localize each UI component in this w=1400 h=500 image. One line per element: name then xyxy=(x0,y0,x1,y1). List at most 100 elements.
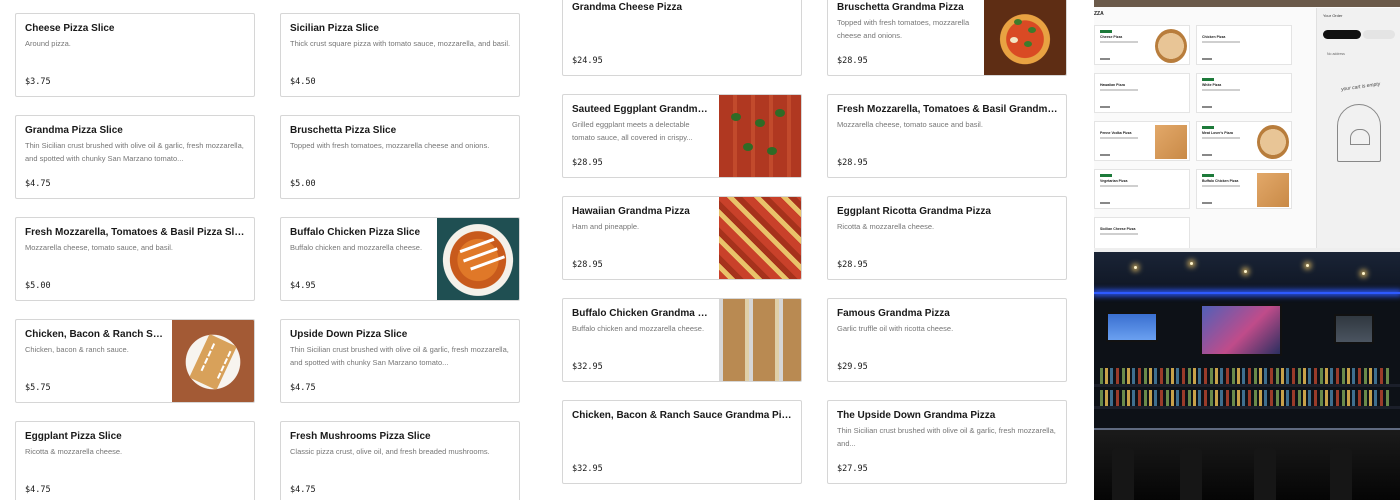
website-menu-card: Meat Lover's Pizza xyxy=(1196,121,1292,161)
website-menu-card-desc xyxy=(1100,137,1138,139)
bar-stool xyxy=(1180,448,1202,500)
menu-item-card[interactable]: Fresh Mushrooms Pizza Slice Classic pizza… xyxy=(280,421,520,500)
menu-item-card[interactable]: Eggplant Ricotta Grandma Pizza Ricotta & … xyxy=(827,196,1067,280)
menu-item-card[interactable]: Buffalo Chicken Pizza Slice Buffalo chick… xyxy=(280,217,520,301)
menu-item-text: Cheese Pizza Slice Around pizza. xyxy=(25,22,246,90)
menu-item-price: $4.75 xyxy=(25,485,51,495)
menu-item-price: $24.95 xyxy=(572,56,603,66)
ceiling-light-icon xyxy=(1306,264,1309,267)
website-menu-card-name: Cheese Pizza xyxy=(1100,35,1123,39)
website-menu-card-price xyxy=(1202,202,1212,204)
best-seller-badge xyxy=(1202,126,1214,129)
ceiling-light-icon xyxy=(1362,272,1365,275)
menu-item-description: Garlic truffle oil with ricotta cheese. xyxy=(837,324,954,333)
website-menu-card-price xyxy=(1100,58,1110,60)
menu-item-card[interactable]: Bruschetta Grandma Pizza Topped with fres… xyxy=(827,0,1067,76)
menu-item-card[interactable]: Grandma Pizza Slice Thin Sicilian crust b… xyxy=(15,115,255,199)
ceiling-light-icon xyxy=(1244,270,1247,273)
ceiling xyxy=(1094,252,1400,292)
menu-item-text: Eggplant Ricotta Grandma Pizza Ricotta & … xyxy=(837,205,1058,273)
menu-item-card[interactable]: Fresh Mozzarella, Tomatoes & Basil Pizza… xyxy=(15,217,255,301)
website-menu-card-name: Vegetarian Pizza xyxy=(1100,179,1128,183)
menu-item-text: The Upside Down Grandma Pizza Thin Sicili… xyxy=(837,409,1058,477)
bar-stool xyxy=(1330,448,1352,500)
menu-item-card[interactable]: Fresh Mozzarella, Tomatoes & Basil Grand… xyxy=(827,94,1067,178)
menu-item-name: Eggplant Ricotta Grandma Pizza xyxy=(837,206,991,217)
menu-item-price: $28.95 xyxy=(837,158,868,168)
menu-item-card[interactable]: Famous Grandma Pizza Garlic truffle oil w… xyxy=(827,298,1067,382)
menu-item-price: $32.95 xyxy=(572,362,603,372)
menu-item-name: Chicken, Bacon & Ranch Sauce... xyxy=(25,329,166,340)
menu-item-card[interactable]: Grandma Cheese Pizza $24.95 xyxy=(562,0,802,76)
website-brand-label: ZZA xyxy=(1094,11,1104,17)
menu-item-name: Cheese Pizza Slice xyxy=(25,23,115,34)
menu-item-price: $5.75 xyxy=(25,383,51,393)
website-menu-card: Vegetarian Pizza xyxy=(1094,169,1190,209)
shelf xyxy=(1094,384,1400,387)
website-menu-card-photo xyxy=(1257,173,1289,207)
menu-item-card[interactable]: Sauteed Eggplant Grandma Pizza Grilled eg… xyxy=(562,94,802,178)
menu-item-name: Hawaiian Grandma Pizza xyxy=(572,206,690,217)
menu-item-name: Grandma Cheese Pizza xyxy=(572,2,683,13)
order-address: No address xyxy=(1327,52,1345,56)
menu-item-price: $28.95 xyxy=(572,260,603,270)
menu-item-text: Eggplant Pizza Slice Ricotta & mozzarella… xyxy=(25,430,246,498)
tv-screen-left xyxy=(1106,312,1158,342)
order-title: Your Order xyxy=(1323,13,1343,18)
website-menu-card-desc xyxy=(1100,233,1138,235)
menu-item-price: $4.75 xyxy=(25,179,51,189)
ceiling-light-icon xyxy=(1190,262,1193,265)
menu-item-price: $4.75 xyxy=(290,485,316,495)
menu-item-card[interactable]: Upside Down Pizza Slice Thin Sicilian cru… xyxy=(280,319,520,403)
website-menu-card-desc xyxy=(1202,137,1240,139)
website-menu-card-price xyxy=(1202,106,1212,108)
menu-item-card[interactable]: Buffalo Chicken Grandma Pizza Buffalo chi… xyxy=(562,298,802,382)
website-preview-image: ZZA Cheese Pizza Chicken Pizza Hawaiian Pi… xyxy=(1094,0,1400,248)
menu-item-card[interactable]: Sicilian Pizza Slice Thick crust square p… xyxy=(280,13,520,97)
shelf xyxy=(1094,406,1400,409)
website-menu-card-name: Meat Lover's Pizza xyxy=(1202,131,1233,135)
menu-item-card[interactable]: Chicken, Bacon & Ranch Sauce Grandma Piz… xyxy=(562,400,802,484)
website-header-strip xyxy=(1094,0,1400,7)
menu-item-text: Sicilian Pizza Slice Thick crust square p… xyxy=(290,22,511,90)
website-menu-card-desc xyxy=(1100,89,1138,91)
bar-stool xyxy=(1254,448,1276,500)
menu-item-text: Upside Down Pizza Slice Thin Sicilian cru… xyxy=(290,328,511,396)
menu-item-name: Sauteed Eggplant Grandma Pizza xyxy=(572,104,713,115)
menu-item-card[interactable]: Chicken, Bacon & Ranch Sauce... Chicken, … xyxy=(15,319,255,403)
website-menu-card-price xyxy=(1100,154,1110,156)
tv-screen-right xyxy=(1334,314,1374,344)
restaurant-media-panel: ZZA Cheese Pizza Chicken Pizza Hawaiian Pi… xyxy=(1094,0,1400,500)
menu-item-name: Bruschetta Grandma Pizza xyxy=(837,2,964,13)
menu-item-price: $32.95 xyxy=(572,464,603,474)
menu-item-photo xyxy=(719,299,801,381)
neon-strip xyxy=(1094,292,1400,294)
menu-item-text: Grandma Cheese Pizza xyxy=(572,1,793,69)
menu-item-card[interactable]: Hawaiian Grandma Pizza Ham and pineapple.… xyxy=(562,196,802,280)
website-menu-card: Buffalo Chicken Pizza xyxy=(1196,169,1292,209)
menu-item-price: $3.75 xyxy=(25,77,51,87)
website-menu-card-price xyxy=(1100,106,1110,108)
menu-item-text: Fresh Mozzarella, Tomatoes & Basil Grand… xyxy=(837,103,1058,171)
website-menu-card-name: Penne Vodka Pizza xyxy=(1100,131,1132,135)
best-seller-badge xyxy=(1202,174,1214,177)
menu-item-description: Thick crust square pizza with tomato sau… xyxy=(290,39,511,48)
menu-item-card[interactable]: Cheese Pizza Slice Around pizza. $3.75 xyxy=(15,13,255,97)
menu-item-card[interactable]: The Upside Down Grandma Pizza Thin Sicili… xyxy=(827,400,1067,484)
menu-item-description: Classic pizza crust, olive oil, and fres… xyxy=(290,447,490,456)
menu-item-name: Grandma Pizza Slice xyxy=(25,125,123,136)
menu-item-price: $5.00 xyxy=(25,281,51,291)
menu-item-card[interactable]: Bruschetta Pizza Slice Topped with fresh … xyxy=(280,115,520,199)
ceiling-light-icon xyxy=(1134,266,1137,269)
website-menu-card-desc xyxy=(1100,41,1138,43)
best-seller-badge xyxy=(1100,30,1112,33)
slices-menu-panel: Cheese Pizza Slice Around pizza. $3.75 Sici… xyxy=(0,0,540,500)
website-menu-card-price xyxy=(1202,154,1212,156)
menu-item-photo xyxy=(984,0,1066,75)
menu-item-name: Fresh Mozzarella, Tomatoes & Basil Grand… xyxy=(837,104,1058,115)
best-seller-badge xyxy=(1100,174,1112,177)
menu-item-description: Chicken, bacon & ranch sauce. xyxy=(25,345,129,354)
empty-cart-text: your cart is empty xyxy=(1340,81,1381,93)
menu-item-card[interactable]: Eggplant Pizza Slice Ricotta & mozzarella… xyxy=(15,421,255,500)
menu-item-name: Upside Down Pizza Slice xyxy=(290,329,408,340)
